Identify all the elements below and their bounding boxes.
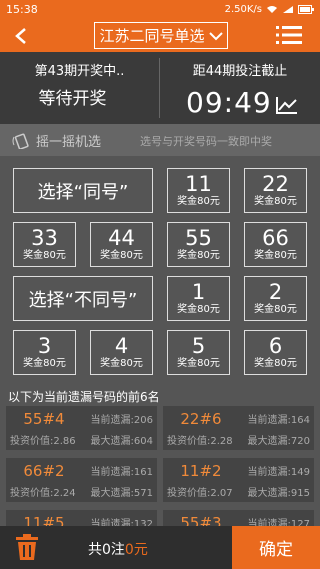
number-value: 3 bbox=[37, 334, 52, 358]
current-missing: 当前遗漏:161 bbox=[90, 467, 153, 478]
number-cell-6[interactable]: 6 奖金80元 bbox=[244, 330, 307, 375]
top-bar: 江苏二同号单选 bbox=[0, 19, 320, 52]
prize-label: 奖金80元 bbox=[100, 250, 143, 261]
shake-random-button[interactable]: 摇一摇机选 bbox=[12, 131, 101, 150]
battery-icon bbox=[298, 5, 314, 14]
list-menu-icon bbox=[276, 26, 302, 44]
confirm-button[interactable]: 确定 bbox=[232, 526, 320, 569]
number-grid: 选择“同号” 11 奖金80元 22 奖金80元 33 奖金80元 44 奖金8… bbox=[0, 156, 320, 386]
signal-icon bbox=[283, 6, 293, 13]
bet-count: 共0注 bbox=[88, 542, 125, 558]
max-missing: 最大遗漏:604 bbox=[90, 436, 153, 447]
number-value: 2 bbox=[268, 280, 283, 304]
number-cell-5[interactable]: 5 奖金80元 bbox=[167, 330, 230, 375]
status-right: 2.50K/s bbox=[225, 4, 314, 15]
number-value: 55 bbox=[185, 226, 212, 250]
countdown-timer: 09:49 bbox=[186, 86, 272, 119]
shake-label: 摇一摇机选 bbox=[36, 135, 102, 150]
network-speed: 2.50K/s bbox=[224, 4, 262, 15]
prize-label: 奖金80元 bbox=[177, 250, 220, 261]
bet-amount: 0元 bbox=[124, 542, 148, 558]
investment-value: 投资价值:2.24 bbox=[10, 488, 76, 499]
missing-card[interactable]: 55#4 当前遗漏:206 投资价值:2.86 最大遗漏:604 bbox=[6, 406, 157, 450]
prize-label: 奖金80元 bbox=[254, 250, 297, 261]
select-different-label: 选择“不同号” bbox=[28, 289, 138, 311]
max-missing: 最大遗漏:915 bbox=[247, 488, 310, 499]
bottom-bar: 共0注0元 确定 bbox=[0, 526, 320, 569]
number-value: 6 bbox=[268, 334, 283, 358]
number-cell-3[interactable]: 3 奖金80元 bbox=[13, 330, 76, 375]
missing-card[interactable]: 66#2 当前遗漏:161 投资价值:2.24 最大遗漏:571 bbox=[6, 458, 157, 502]
select-different-button[interactable]: 选择“不同号” bbox=[13, 276, 153, 321]
number-cell-55[interactable]: 55 奖金80元 bbox=[167, 222, 230, 267]
number-value: 1 bbox=[191, 280, 206, 304]
rule-hint: 选号与开奖号码一致即中奖 bbox=[140, 135, 272, 148]
current-missing: 当前遗漏:206 bbox=[90, 415, 153, 426]
missing-number: 22#6 bbox=[180, 410, 222, 428]
current-missing: 当前遗漏:164 bbox=[247, 415, 310, 426]
current-period: 第43期开奖中.. bbox=[34, 64, 125, 79]
next-period-deadline: 距44期投注截止 bbox=[192, 64, 288, 79]
number-cell-1[interactable]: 1 奖金80元 bbox=[167, 276, 230, 321]
number-value: 4 bbox=[114, 334, 129, 358]
trash-icon[interactable] bbox=[16, 534, 38, 560]
prize-label: 奖金80元 bbox=[254, 304, 297, 315]
number-value: 44 bbox=[108, 226, 135, 250]
menu-button[interactable] bbox=[276, 24, 302, 46]
draw-info-panel: 第43期开奖中.. 等待开奖 距44期投注截止 09:49 bbox=[0, 52, 320, 124]
prize-label: 奖金80元 bbox=[23, 250, 66, 261]
page-title: 江苏二同号单选 bbox=[99, 27, 205, 45]
prize-label: 奖金80元 bbox=[177, 358, 220, 369]
chevron-left-icon bbox=[15, 28, 26, 44]
wifi-icon bbox=[267, 6, 277, 13]
chevron-down-icon bbox=[208, 31, 223, 40]
trend-chart-icon[interactable] bbox=[276, 96, 298, 114]
number-value: 5 bbox=[191, 334, 206, 358]
prize-label: 奖金80元 bbox=[177, 304, 220, 315]
prize-label: 奖金80元 bbox=[100, 358, 143, 369]
number-value: 11 bbox=[185, 172, 212, 196]
missing-number: 66#2 bbox=[23, 462, 65, 480]
missing-card[interactable]: 11#2 当前遗漏:149 投资价值:2.07 最大遗漏:915 bbox=[163, 458, 314, 502]
investment-value: 投资价值:2.07 bbox=[167, 488, 233, 499]
prize-label: 奖金80元 bbox=[23, 358, 66, 369]
number-value: 66 bbox=[262, 226, 289, 250]
number-cell-66[interactable]: 66 奖金80元 bbox=[244, 222, 307, 267]
missing-number: 55#4 bbox=[23, 410, 65, 428]
prize-label: 奖金80元 bbox=[254, 196, 297, 207]
status-bar: 15:38 2.50K/s bbox=[0, 0, 320, 19]
number-value: 22 bbox=[262, 172, 289, 196]
bet-summary: 共0注0元 bbox=[88, 539, 148, 559]
phone-shake-icon bbox=[12, 133, 29, 149]
number-cell-2[interactable]: 2 奖金80元 bbox=[244, 276, 307, 321]
number-value: 33 bbox=[31, 226, 58, 250]
missing-number: 11#2 bbox=[180, 462, 222, 480]
missing-section-title: 以下为当前遗漏号码的前6名 bbox=[8, 390, 160, 404]
current-missing: 当前遗漏:149 bbox=[247, 467, 310, 478]
missing-card[interactable]: 22#6 当前遗漏:164 投资价值:2.28 最大遗漏:720 bbox=[163, 406, 314, 450]
max-missing: 最大遗漏:720 bbox=[247, 436, 310, 447]
investment-value: 投资价值:2.86 bbox=[10, 436, 76, 447]
waiting-status: 等待开奖 bbox=[38, 89, 107, 109]
number-cell-44[interactable]: 44 奖金80元 bbox=[90, 222, 153, 267]
number-cell-33[interactable]: 33 奖金80元 bbox=[13, 222, 76, 267]
prize-label: 奖金80元 bbox=[254, 358, 297, 369]
select-same-label: 选择“同号” bbox=[37, 181, 129, 203]
game-type-selector[interactable]: 江苏二同号单选 bbox=[94, 22, 228, 49]
status-time: 15:38 bbox=[6, 3, 38, 16]
prize-label: 奖金80元 bbox=[177, 196, 220, 207]
investment-value: 投资价值:2.28 bbox=[167, 436, 233, 447]
shake-bar: 摇一摇机选 选号与开奖号码一致即中奖 bbox=[0, 124, 320, 156]
select-same-button[interactable]: 选择“同号” bbox=[13, 168, 153, 213]
max-missing: 最大遗漏:571 bbox=[90, 488, 153, 499]
number-cell-4[interactable]: 4 奖金80元 bbox=[90, 330, 153, 375]
back-button[interactable] bbox=[8, 23, 34, 49]
number-cell-22[interactable]: 22 奖金80元 bbox=[244, 168, 307, 213]
number-cell-11[interactable]: 11 奖金80元 bbox=[167, 168, 230, 213]
